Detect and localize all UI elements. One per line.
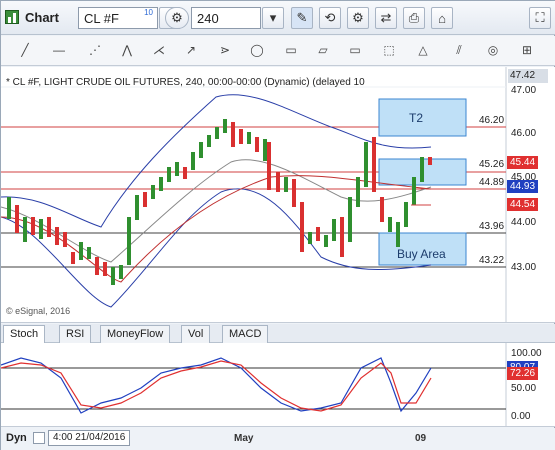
pencil-icon[interactable]: ✎ xyxy=(291,7,313,29)
cursor-icon[interactable]: ⟲ xyxy=(319,7,341,29)
stoch-k-line xyxy=(1,357,432,414)
price-axis-max: 47.42 xyxy=(508,69,548,83)
moving-average xyxy=(1,175,432,283)
arrow-icon[interactable]: ↗ xyxy=(181,43,201,59)
indicator-tabs: Stoch RSI MoneyFlow Vol MACD xyxy=(1,324,555,343)
stochastic-svg xyxy=(1,343,507,427)
refresh-icon[interactable]: ⚙ xyxy=(165,7,189,29)
print-icon[interactable]: ⎙ xyxy=(403,7,425,29)
fibonacci-icon[interactable]: ⋌ xyxy=(149,43,169,59)
tab-moneyflow[interactable]: MoneyFlow xyxy=(100,325,171,343)
level-label-46-20: 46.20 xyxy=(479,115,505,126)
candles xyxy=(7,119,432,285)
lower-band xyxy=(1,188,432,308)
tab-stoch[interactable]: Stoch xyxy=(3,325,46,343)
channel-icon[interactable]: ⫽ xyxy=(449,43,469,59)
level-label-43-22: 43.22 xyxy=(479,255,505,266)
tab-vol[interactable]: Vol xyxy=(181,325,211,343)
horizontal-line-icon[interactable]: — xyxy=(49,43,69,59)
circle-target-icon[interactable]: ◎ xyxy=(483,43,503,59)
gann-fan-icon[interactable]: ⋰ xyxy=(85,43,105,59)
symbol-value: CL #F xyxy=(84,11,119,26)
cursor-date-readout: 4:00 21/04/2016 xyxy=(48,430,131,446)
price-tag-blue: 44.93 xyxy=(507,180,539,193)
osc-axis-0: 0.00 xyxy=(511,411,531,422)
osc-tag-red: 72.26 xyxy=(507,367,539,380)
stochastic-pane[interactable]: 100.00 50.00 0.00 80.07 72.26 xyxy=(1,343,555,427)
dynamic-mode-label: Dyn xyxy=(6,432,27,444)
price-axis-43: 43.00 xyxy=(511,262,537,273)
level-label-45-26: 45.26 xyxy=(479,159,505,170)
time-label-09: 09 xyxy=(415,433,427,444)
osc-axis-50: 50.00 xyxy=(511,383,537,394)
title-bar: Chart CL #F 10 ▾ ⚙ 240 ▾ ✎ ⟲ ⚙ ⇄ ⎙ ⌂ ⛶ xyxy=(1,1,555,35)
price-tag-red-1: 45.44 xyxy=(507,156,539,169)
parallelogram-icon[interactable]: ▱ xyxy=(313,43,333,59)
price-axis-47: 47.00 xyxy=(511,85,537,96)
properties-icon[interactable]: ⚙ xyxy=(347,7,369,29)
time-axis: Dyn 4:00 21/04/2016 May 09 xyxy=(1,428,555,450)
osc-axis-100: 100.00 xyxy=(511,348,542,359)
level-label-44-89: 44.89 xyxy=(479,177,505,188)
price-tag-red-2: 44.54 xyxy=(507,198,539,211)
pitchfork-icon[interactable]: ⋀ xyxy=(117,43,137,59)
text-box-icon[interactable]: ▭ xyxy=(345,43,365,59)
interval-dropdown-icon[interactable]: ▾ xyxy=(262,7,284,29)
price-chart[interactable]: * CL #F, LIGHT CRUDE OIL FUTURES, 240, 0… xyxy=(1,67,555,323)
tag-icon[interactable]: ⌂ xyxy=(431,7,453,29)
dynamic-toggle-button[interactable] xyxy=(33,432,45,444)
chart-header: * CL #F, LIGHT CRUDE OIL FUTURES, 240, 0… xyxy=(6,77,365,88)
price-axis-44: 44.00 xyxy=(511,217,537,228)
drawing-toolbar: ╱ — ⋰ ⋀ ⋌ ↗ ⋗ ◯ ▭ ▱ ▭ ⬚ △ ⫽ ◎ ⊞ xyxy=(1,36,555,66)
chart-app-icon xyxy=(5,10,19,24)
line-tool-icon[interactable]: ╱ xyxy=(15,43,35,59)
buy-zone-label: Buy Area xyxy=(397,247,446,261)
copyright-text: © eSignal, 2016 xyxy=(6,306,71,316)
window-title: Chart xyxy=(25,10,59,25)
ellipse-icon[interactable]: ◯ xyxy=(247,43,267,59)
chart-window: Chart CL #F 10 ▾ ⚙ 240 ▾ ✎ ⟲ ⚙ ⇄ ⎙ ⌂ ⛶ ╱… xyxy=(0,0,555,450)
interval-input[interactable]: 240 xyxy=(191,7,261,29)
level-label-43-96: 43.96 xyxy=(479,221,505,232)
time-label-may: May xyxy=(234,433,254,444)
target-zone-label: T2 xyxy=(409,111,424,125)
symbol-delay-badge: 10 xyxy=(144,8,153,17)
expand-icon[interactable]: ⛶ xyxy=(529,7,551,29)
price-axis-46: 46.00 xyxy=(511,128,537,139)
tab-macd[interactable]: MACD xyxy=(222,325,269,343)
rectangle-icon[interactable]: ▭ xyxy=(281,43,301,59)
triangle-icon[interactable]: △ xyxy=(413,43,433,59)
label-icon[interactable]: ⬚ xyxy=(379,43,399,59)
fibonacci-fan-icon[interactable]: ⋗ xyxy=(215,43,235,59)
link-icon[interactable]: ⇄ xyxy=(375,7,397,29)
more-tools-icon[interactable]: ⊞ xyxy=(517,43,537,59)
symbol-input[interactable]: CL #F 10 xyxy=(78,7,158,29)
price-chart-svg xyxy=(1,67,507,323)
tab-rsi[interactable]: RSI xyxy=(59,325,92,343)
